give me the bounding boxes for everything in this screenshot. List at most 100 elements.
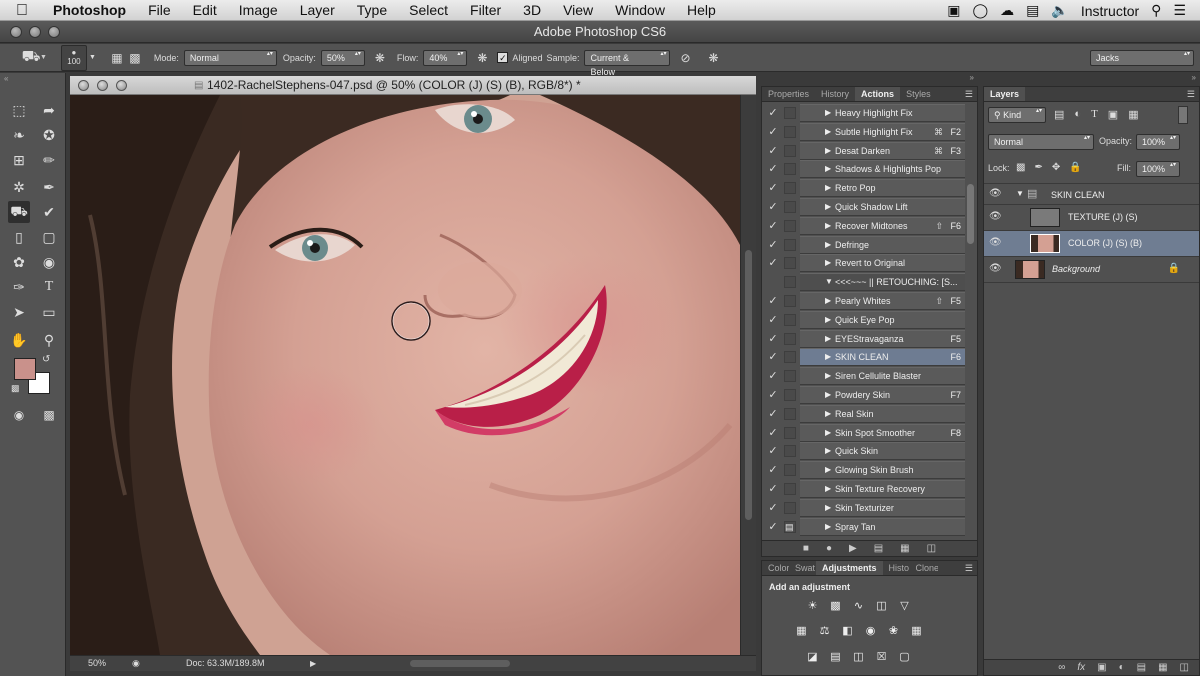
dialog-toggle[interactable] [784,464,796,477]
crop-tool-icon[interactable]: ⊞ [8,149,30,171]
action-row[interactable]: ✓ ▶ Quick Eye Pop [762,310,965,329]
expand-triangle-icon[interactable]: ▶ [825,108,831,117]
collapse-layers-icon[interactable]: » [1192,73,1196,82]
play-icon[interactable]: ▶ [849,541,857,556]
toggle-check-icon[interactable]: ✓ [767,163,779,175]
toggle-check-icon[interactable]: ✓ [767,502,779,514]
toggle-check-icon[interactable]: ✓ [767,351,779,363]
eyedropper-tool-icon[interactable]: ✏ [38,149,60,171]
lock-position-icon[interactable]: ✥ [1052,162,1060,173]
group-expand-icon[interactable]: ▼ [1016,189,1024,198]
airbrush-icon[interactable]: ❋ [473,49,491,67]
cloud-icon[interactable]: ☁ [1000,2,1014,19]
toggle-brush-panel-icon[interactable]: ▦ [108,49,126,67]
visibility-eye-icon[interactable]: 👁 [989,263,1002,274]
fill-input[interactable]: 100% [1136,161,1180,177]
clone-stamp-tool-icon[interactable]: ⛟ [8,201,30,223]
toggle-check-icon[interactable]: ✓ [767,389,779,401]
exposure-icon[interactable]: ◫ [873,598,890,613]
clock-icon[interactable]: ◯ [972,2,988,19]
history-brush-tool-icon[interactable]: ✔ [38,201,60,223]
new-layer-icon[interactable]: ▦ [1158,660,1167,675]
close-document-button[interactable] [78,80,89,91]
expand-triangle-icon[interactable]: ▶ [825,296,831,305]
action-row[interactable]: ✓ ▶ Quick Skin [762,442,965,461]
dialog-toggle[interactable] [784,238,796,251]
collapse-panel-icon[interactable]: » [970,73,974,82]
dialog-toggle[interactable] [784,389,796,401]
filter-smart-object-icon[interactable]: ▦ [1128,108,1138,121]
action-row[interactable]: ✓ ▶ Quick Shadow Lift [762,198,965,216]
default-colors-icon[interactable]: ▩ [11,383,20,394]
menu-app-name[interactable]: Photoshop [42,0,137,21]
toggle-check-icon[interactable]: ✓ [767,220,779,232]
quick-mask-icon[interactable]: ◉ [8,404,30,426]
tab-styles[interactable]: Styles [900,87,937,101]
dialog-toggle[interactable] [784,313,796,326]
expand-triangle-icon[interactable]: ▶ [825,409,831,418]
menu-select[interactable]: Select [398,0,459,21]
dialog-toggle[interactable] [784,501,796,514]
gradient-map-icon[interactable]: ▢ [896,649,913,664]
volume-icon[interactable]: 🔈 [1051,2,1068,19]
toggle-check-icon[interactable]: ✓ [767,201,779,213]
status-options-icon[interactable]: ◉ [132,656,140,671]
color-lookup-icon[interactable]: ▦ [908,623,925,638]
pen-tool-icon[interactable]: ✑ [8,276,30,298]
expand-triangle-icon[interactable]: ▶ [825,240,831,249]
hue-saturation-icon[interactable]: ▦ [793,623,810,638]
record-icon[interactable]: ● [826,541,832,556]
action-row[interactable]: ✓ ▶ Powdery Skin F7 [762,386,965,404]
ignore-adjustment-layers-icon[interactable]: ⊘ [676,49,694,67]
expand-triangle-icon[interactable]: ▶ [825,446,831,455]
sample-select[interactable]: Current & Below [584,49,671,77]
action-set-row[interactable]: ▼ <<<~~~ || RETOUCHING: [S... [762,273,965,292]
vertical-scroll-thumb[interactable] [745,250,752,520]
type-tool-icon[interactable]: T [38,276,60,298]
menu-file[interactable]: File [137,0,182,21]
dialog-toggle[interactable] [784,370,796,383]
action-row[interactable]: ✓ ▶ Shadows & Highlights Pop [762,160,965,179]
dialog-toggle[interactable] [784,107,796,119]
brush-tool-icon[interactable]: ✒ [38,176,60,198]
lasso-tool-icon[interactable]: ❧ [8,124,30,146]
dialog-toggle[interactable] [784,332,796,345]
action-row[interactable]: ✓ ▶ Real Skin [762,404,965,423]
expand-triangle-icon[interactable]: ▶ [825,484,831,493]
expand-triangle-icon[interactable]: ▶ [825,127,831,136]
trash-icon[interactable]: ◫ [927,541,936,556]
action-row[interactable]: ✓ ▶ Skin Spot Smoother F8 [762,423,965,442]
spotlight-search-icon[interactable]: ⚲ [1151,2,1161,19]
expand-triangle-icon[interactable]: ▶ [825,258,831,267]
horizontal-scroll-thumb[interactable] [410,660,510,667]
invert-icon[interactable]: ◪ [804,649,821,664]
filter-type-icon[interactable]: T [1091,108,1098,121]
expand-triangle-icon[interactable]: ▶ [825,221,831,230]
action-row[interactable]: ✓ ▶ Pearly Whites ⇧ F5 [762,292,965,310]
close-window-button[interactable] [10,26,22,38]
expand-triangle-icon[interactable]: ▶ [825,371,831,380]
menu-image[interactable]: Image [228,0,289,21]
expand-triangle-icon[interactable]: ▶ [825,334,831,343]
user-name[interactable]: Instructor [1081,3,1139,19]
aligned-checkbox[interactable]: ✓ [497,52,509,63]
path-selection-tool-icon[interactable]: ➤ [8,301,30,323]
menu-window[interactable]: Window [604,0,676,21]
workspace-select[interactable]: Jacks [1090,50,1194,66]
delete-layer-icon[interactable]: ◫ [1180,660,1189,675]
toggle-check-icon[interactable]: ✓ [767,126,779,138]
expand-triangle-icon[interactable]: ▶ [825,465,831,474]
toggle-clone-source-icon[interactable]: ▩ [126,49,144,67]
action-row[interactable]: ✓ ▶ Glowing Skin Brush [762,461,965,480]
toggle-check-icon[interactable]: ✓ [767,521,779,533]
toggle-check-icon[interactable]: ✓ [767,333,779,345]
mode-select[interactable]: Normal [183,49,277,66]
filter-shape-icon[interactable]: ▣ [1108,108,1118,121]
dialog-toggle[interactable] [784,295,796,307]
menu-help[interactable]: Help [676,0,727,21]
zoom-tool-icon[interactable]: ⚲ [38,329,60,351]
new-action-icon[interactable]: ▦ [900,541,909,556]
zoom-window-button[interactable] [48,26,60,38]
tab-actions[interactable]: Actions [855,87,901,101]
action-row[interactable]: ✓ ▶ Retro Pop [762,179,965,198]
